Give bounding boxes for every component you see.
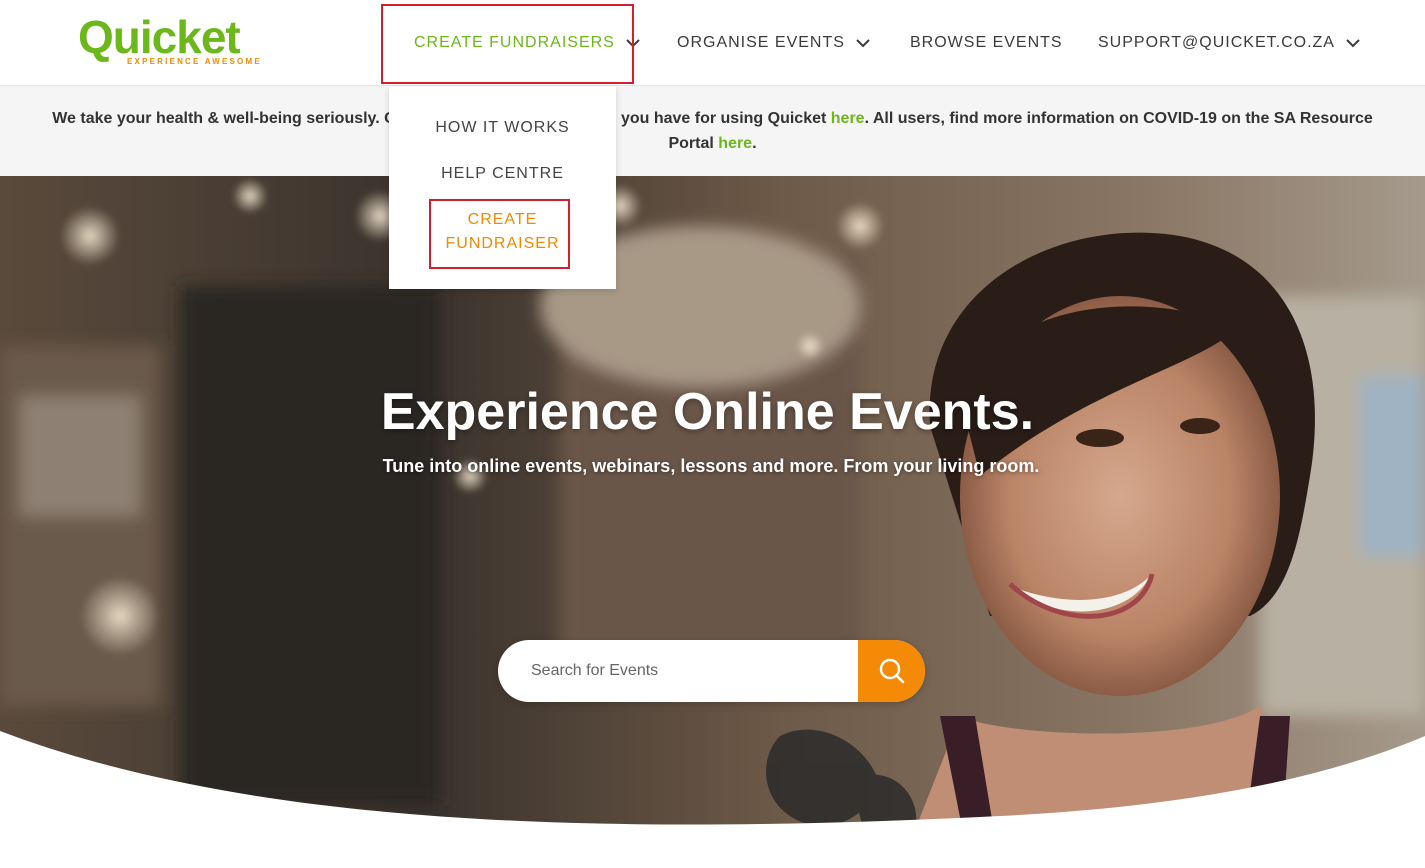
notice-text-b: ns you have for using Quicket [597, 110, 831, 127]
nav-organise-events[interactable]: ORGANISE EVENTS [677, 0, 871, 86]
logo-tagline: EXPERIENCE AWESOME [127, 57, 262, 66]
hero-section: Experience Online Events. Tune into onli… [0, 176, 1425, 868]
event-search-bar [498, 640, 925, 702]
site-header: Quicket EXPERIENCE AWESOME CREATE FUNDRA… [0, 0, 1425, 86]
dropdown-how-it-works[interactable]: HOW IT WORKS [389, 116, 616, 140]
nav-create-fundraisers[interactable]: CREATE FUNDRAISERS [414, 0, 641, 86]
chevron-down-icon [856, 39, 870, 48]
nav-browse-events-label: BROWSE EVENTS [910, 34, 1063, 51]
search-icon [879, 658, 904, 684]
notice-link-here-1[interactable]: here [831, 110, 865, 127]
dropdown-create-fundraiser[interactable]: CREATE FUNDRAISER [389, 208, 616, 256]
nav-create-fundraisers-label: CREATE FUNDRAISERS [414, 34, 615, 51]
nav-support-label: SUPPORT@QUICKET.CO.ZA [1098, 34, 1335, 51]
hero-subtitle: Tune into online events, webinars, lesso… [382, 456, 1040, 476]
chevron-down-icon [626, 39, 640, 48]
notice-text-d: . [752, 135, 757, 152]
search-button[interactable] [858, 640, 925, 702]
covid-notice: We take your health & well-being serious… [0, 86, 1425, 176]
search-input[interactable] [498, 640, 858, 702]
dropdown-create-fundraiser-line2: FUNDRAISER [445, 235, 560, 252]
hero-title: Experience Online Events. [380, 383, 1035, 441]
notice-text-a: We take your health & well-being serious… [52, 110, 403, 127]
logo-wordmark: Quicket [78, 11, 241, 63]
quicket-logo[interactable]: Quicket EXPERIENCE AWESOME [78, 12, 264, 72]
hero-background-photo [0, 176, 1425, 868]
dropdown-create-fundraiser-line1: CREATE [467, 211, 538, 228]
notice-link-here-2[interactable]: here [718, 135, 752, 152]
dropdown-help-centre[interactable]: HELP CENTRE [389, 162, 616, 186]
nav-browse-events[interactable]: BROWSE EVENTS [910, 0, 1063, 86]
nav-support-email[interactable]: SUPPORT@QUICKET.CO.ZA [1098, 0, 1361, 86]
chevron-down-icon [1346, 39, 1360, 48]
create-fundraisers-dropdown: HOW IT WORKS HELP CENTRE CREATE FUNDRAIS… [389, 86, 616, 289]
nav-organise-events-label: ORGANISE EVENTS [677, 34, 845, 51]
